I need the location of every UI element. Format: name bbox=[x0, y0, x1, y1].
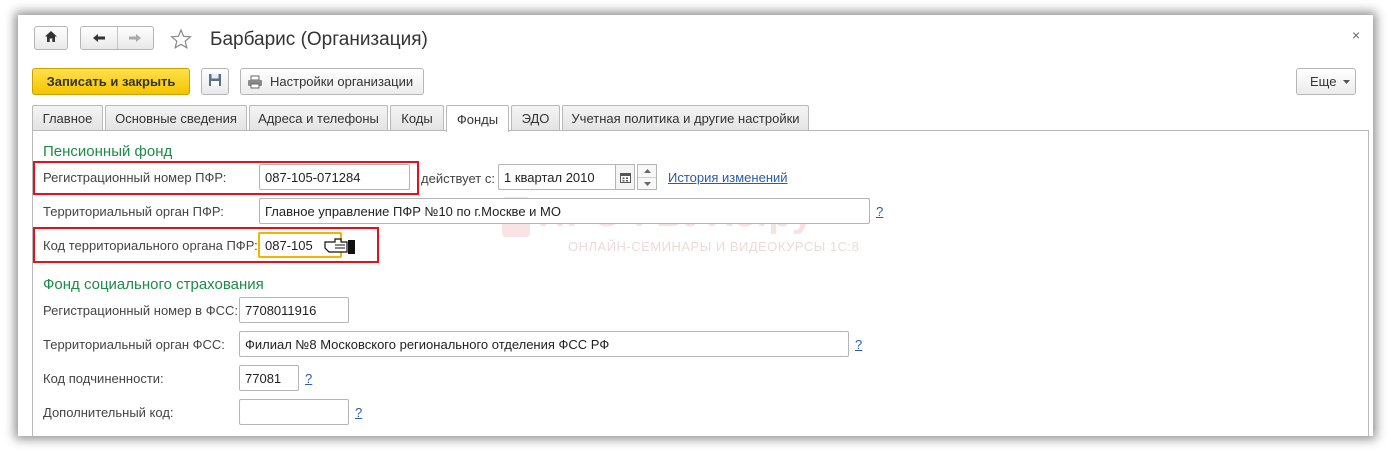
watermark-tagline: ОНЛАЙН-СЕМИНАРЫ И ВИДЕОКУРСЫ 1С:8 bbox=[568, 239, 860, 254]
tab-addresses-phones[interactable]: Адреса и телефоны bbox=[249, 105, 388, 131]
fss-reg-number-label: Регистрационный номер в ФСС: bbox=[43, 303, 238, 318]
fss-reg-number-field[interactable]: 7708011916 bbox=[239, 297, 349, 323]
printer-icon bbox=[247, 75, 263, 89]
history-link[interactable]: История изменений bbox=[668, 170, 788, 185]
dropdown-arrow-icon bbox=[1343, 79, 1351, 84]
close-button[interactable]: × bbox=[1352, 27, 1360, 43]
forward-button[interactable] bbox=[118, 27, 154, 49]
pfr-territorial-field[interactable]: Главное управление ПФР №10 по г.Москве и… bbox=[259, 198, 870, 224]
tab-accounting-policy[interactable]: Учетная политика и другие настройки bbox=[562, 105, 809, 131]
tab-basic-info[interactable]: Основные сведения bbox=[105, 105, 247, 131]
tab-funds[interactable]: Фонды bbox=[446, 105, 509, 132]
pfr-territorial-label: Территориальный орган ПФР: bbox=[43, 204, 224, 219]
fss-territorial-label: Территориальный орган ФСС: bbox=[43, 337, 225, 352]
tab-codes[interactable]: Коды bbox=[390, 105, 444, 131]
floppy-disk-icon bbox=[208, 73, 222, 90]
more-menu-button[interactable]: Еще bbox=[1296, 68, 1356, 95]
stepper-down-icon[interactable] bbox=[638, 178, 656, 190]
navigation-buttons bbox=[80, 26, 154, 50]
fss-territorial-field[interactable]: Филиал №8 Московского регионального отде… bbox=[239, 331, 849, 357]
additional-code-help[interactable]: ? bbox=[355, 405, 362, 420]
organization-settings-button[interactable]: Настройки организации bbox=[240, 68, 424, 95]
organization-window: Барбарис (Организация) × Записать и закр… bbox=[18, 15, 1373, 436]
subordination-code-label: Код подчиненности: bbox=[43, 371, 164, 386]
valid-from-field[interactable]: 1 квартал 2010 bbox=[498, 164, 617, 190]
home-icon bbox=[44, 30, 58, 46]
pfr-territorial-help[interactable]: ? bbox=[876, 204, 883, 219]
save-and-close-button[interactable]: Записать и закрыть bbox=[32, 68, 190, 95]
highlight-box-territorial-code bbox=[33, 227, 379, 263]
stepper-up-icon[interactable] bbox=[638, 165, 656, 178]
fss-territorial-help[interactable]: ? bbox=[855, 337, 862, 352]
organization-settings-label: Настройки организации bbox=[270, 74, 414, 89]
arrow-left-icon bbox=[92, 31, 106, 46]
arrow-right-icon bbox=[128, 31, 142, 46]
subordination-code-field[interactable]: 77081 bbox=[239, 365, 299, 391]
additional-code-label: Дополнительный код: bbox=[43, 405, 174, 420]
window-title: Барбарис (Организация) bbox=[210, 29, 428, 50]
save-button[interactable] bbox=[201, 68, 229, 95]
fss-section-title: Фонд социального страхования bbox=[43, 276, 264, 293]
period-stepper[interactable] bbox=[637, 164, 657, 190]
highlight-box-reg-number bbox=[33, 161, 419, 195]
tab-edo[interactable]: ЭДО bbox=[511, 105, 560, 131]
additional-code-field[interactable] bbox=[239, 399, 349, 425]
favorite-star-icon[interactable] bbox=[170, 28, 194, 50]
subordination-help[interactable]: ? bbox=[305, 371, 312, 386]
calendar-button[interactable] bbox=[615, 164, 635, 190]
tab-main[interactable]: Главное bbox=[32, 105, 103, 131]
back-button[interactable] bbox=[81, 27, 118, 49]
home-button[interactable] bbox=[34, 26, 68, 50]
more-label: Еще bbox=[1310, 74, 1337, 89]
valid-from-label: действует с: bbox=[421, 171, 495, 186]
calendar-icon bbox=[619, 172, 631, 183]
pfr-section-title: Пенсионный фонд bbox=[43, 143, 173, 160]
